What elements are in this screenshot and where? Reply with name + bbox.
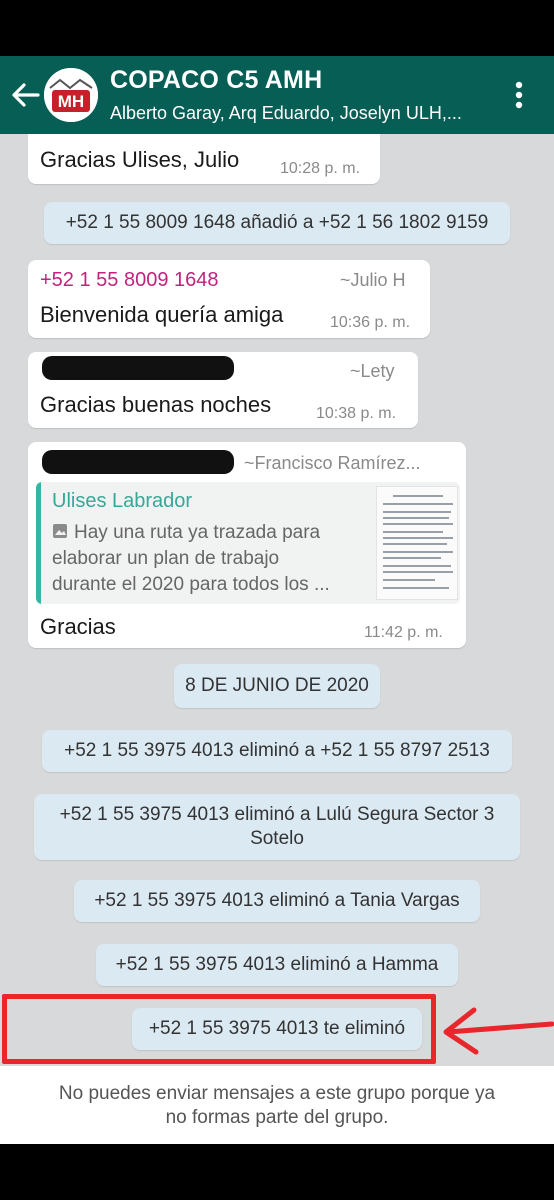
message-bubble[interactable]: Gracias Ulises, Julio 10:28 p. m. [28,134,380,184]
system-message: +52 1 55 3975 4013 eliminó a Tania Varga… [74,880,480,922]
quote-author: Ulises Labrador [52,490,193,512]
status-bar [0,0,554,56]
system-message-text: +52 1 55 3975 4013 eliminó a Tania Varga… [94,890,460,911]
redacted-sender [42,356,234,380]
system-message: +52 1 55 3975 4013 eliminó a Hamma [96,944,458,986]
system-message: +52 1 55 8009 1648 añadió a +52 1 56 180… [44,202,510,244]
group-avatar-icon[interactable]: MH [44,68,98,122]
redacted-sender [42,450,234,474]
system-message-text: +52 1 55 3975 4013 eliminó a +52 1 55 87… [64,740,490,761]
document-thumbnail[interactable] [376,486,458,600]
message-time: 10:38 p. m. [316,405,397,422]
system-message-text: +52 1 55 8009 1648 añadió a +52 1 56 180… [65,212,489,233]
quoted-message[interactable]: Ulises Labrador Hay una ruta ya trazada … [36,482,460,604]
red-arrow-icon [443,1007,554,1055]
notice-line-2: no formas parte del grupo. [165,1107,389,1128]
message-bubble[interactable]: ~Francisco Ramírez... Ulises Labrador Ha… [28,442,466,648]
quote-line-2: elaborar un plan de trabajo [52,548,280,569]
highlight-box [2,994,436,1064]
chat-area[interactable]: Gracias Ulises, Julio 10:28 p. m. +52 1 … [0,134,554,1144]
quote-text-line: Hay una ruta ya trazada para [52,522,320,544]
system-message: +52 1 55 3975 4013 eliminó a +52 1 55 87… [42,730,512,772]
system-message-text: +52 1 55 3975 4013 eliminó a Lulú Segura… [59,804,495,825]
message-text: Gracias [40,614,116,639]
system-message-text: +52 1 55 3975 4013 eliminó a Hamma [115,954,439,975]
notice-line-1: No puedes enviar mensajes a este grupo p… [58,1083,496,1104]
message-text: Bienvenida quería amiga [40,302,284,327]
group-members[interactable]: Alberto Garay, Arq Eduardo, Joselyn ULH,… [110,103,500,124]
quote-accent-bar [36,482,41,604]
navigation-bar [0,1144,554,1200]
group-title[interactable]: COPACO C5 AMH [110,66,322,95]
quote-line-1: Hay una ruta ya trazada para [74,522,321,543]
message-text: Gracias Ulises, Julio [40,147,240,172]
sender-alias: ~Julio H [340,270,406,290]
message-bubble[interactable]: ~Lety Gracias buenas noches 10:38 p. m. [28,352,418,428]
message-bubble[interactable]: +52 1 55 8009 1648 ~Julio H Bienvenida q… [28,260,430,338]
message-time: 11:42 p. m. [364,624,443,641]
more-vert-icon[interactable] [508,78,530,112]
date-divider: 8 DE JUNIO DE 2020 [174,664,380,708]
system-message: +52 1 55 3975 4013 eliminó a Lulú Segura… [34,794,520,860]
date-divider-text: 8 DE JUNIO DE 2020 [185,675,369,696]
back-arrow-icon[interactable] [8,78,42,112]
quote-line-3: durante el 2020 para todos los ... [52,574,330,595]
sender-phone[interactable]: +52 1 55 8009 1648 [40,269,219,292]
chat-header: MH COPACO C5 AMH Alberto Garay, Arq Edua… [0,56,554,134]
group-left-notice: No puedes enviar mensajes a este grupo p… [0,1066,554,1144]
message-time: 10:36 p. m. [330,314,411,331]
sender-alias: ~Francisco Ramírez... [244,453,421,473]
message-text: Gracias buenas noches [40,392,272,417]
message-time: 10:28 p. m. [280,160,361,177]
avatar-text: MH [58,92,84,111]
system-message-text: Sotelo [250,828,304,849]
sender-alias: ~Lety [350,361,395,381]
image-icon [53,524,67,538]
